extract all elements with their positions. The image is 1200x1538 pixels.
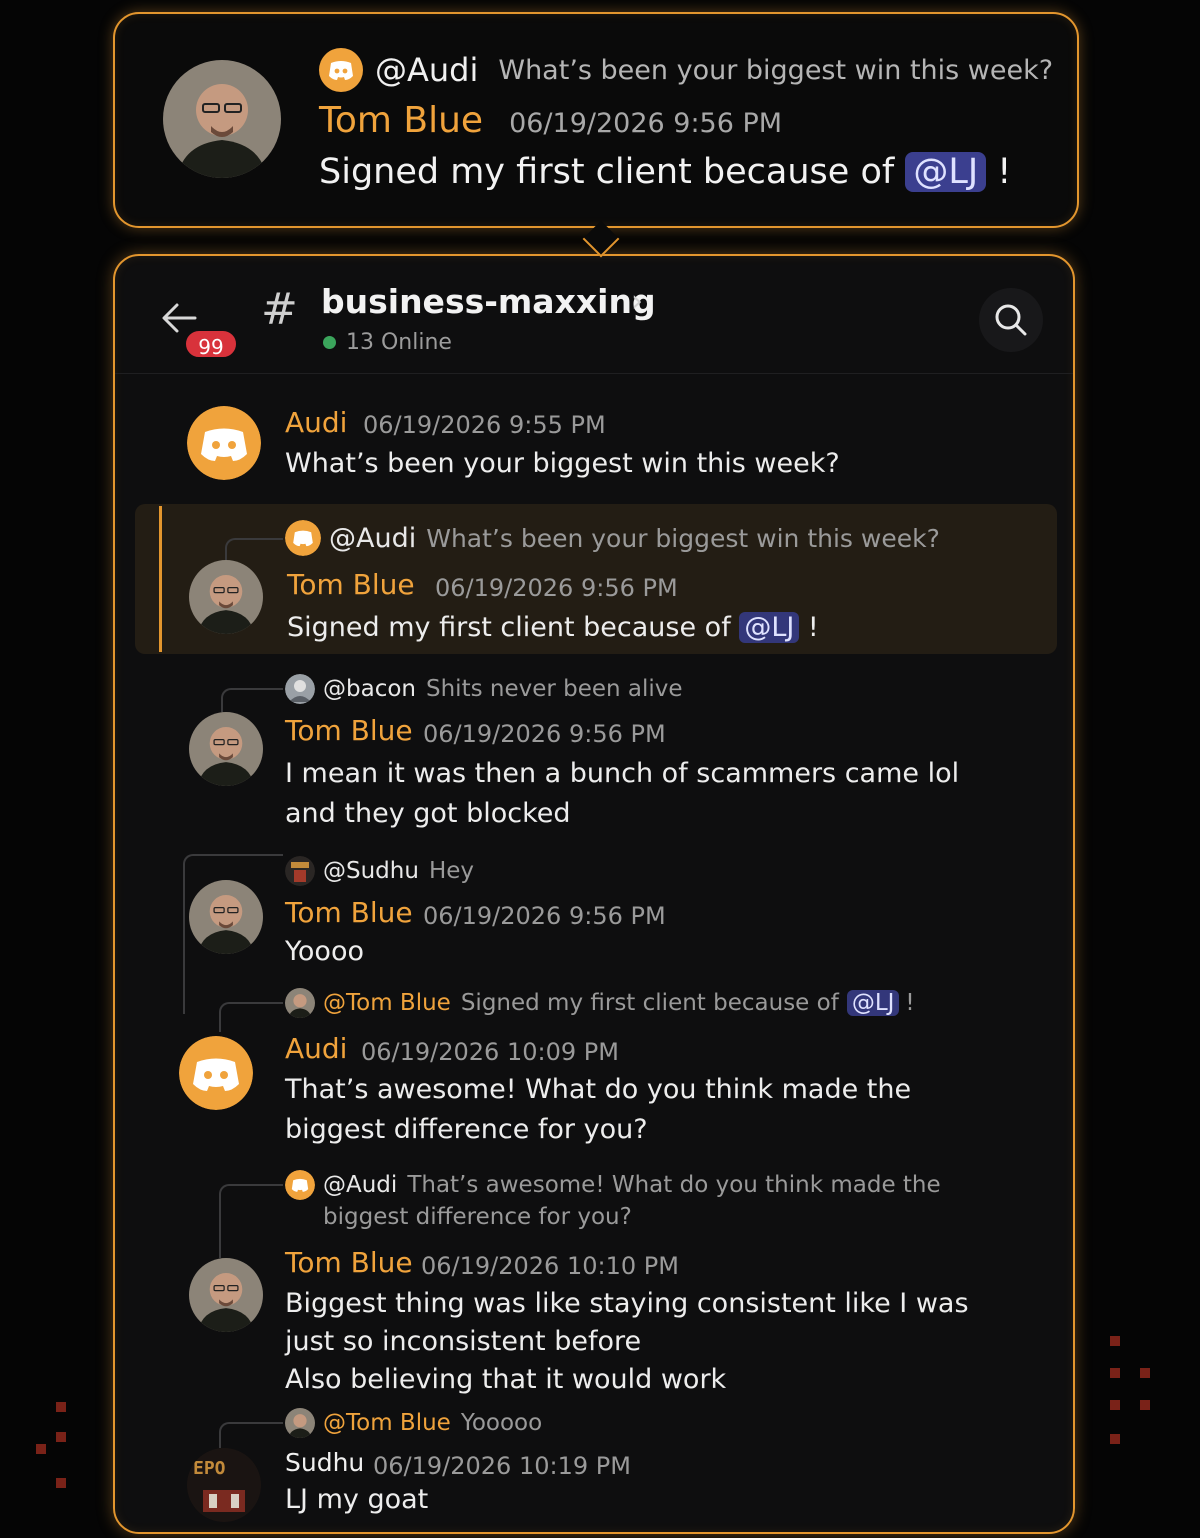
tom-blue-avatar[interactable]: [189, 880, 263, 954]
highlight-bar: [159, 506, 162, 652]
message-timestamp: 06/19/2026 9:56 PM: [423, 720, 666, 748]
reply-preview[interactable]: @Tom Blue Signed my first client because…: [285, 988, 915, 1018]
tom-blue-avatar-mini: [285, 1408, 315, 1438]
reply-text-wrap: biggest difference for you?: [323, 1204, 632, 1230]
hash-icon: #: [261, 284, 298, 335]
message-author[interactable]: Tom Blue: [285, 1246, 413, 1279]
reply-spine: [219, 1184, 283, 1258]
reply-name[interactable]: @Sudhu: [323, 858, 419, 884]
discord-icon: [285, 1170, 315, 1200]
search-icon: [995, 304, 1027, 336]
reply-name[interactable]: @Tom Blue: [323, 990, 451, 1016]
tom-blue-avatar[interactable]: [163, 60, 281, 178]
message-text: LJ my goat: [285, 1484, 429, 1515]
channel-name[interactable]: business-maxxing: [321, 282, 656, 321]
callout-message: Signed my first client because of @LJ !: [319, 152, 1011, 192]
message-author[interactable]: Tom Blue: [285, 896, 413, 929]
reply-preview[interactable]: @Audi That’s awesome! What do you think …: [285, 1170, 941, 1200]
reply-text: Hey: [428, 858, 474, 884]
reply-text: What’s been your biggest win this week?: [426, 523, 940, 553]
reply-text: That’s awesome! What do you think made t…: [407, 1172, 941, 1198]
message-timestamp: 06/19/2026 9:55 PM: [363, 411, 606, 439]
callout-reply-name[interactable]: @Audi: [375, 51, 478, 89]
callout-reply-text: What’s been your biggest win this week?: [498, 54, 1054, 86]
audi-avatar[interactable]: [187, 406, 261, 480]
message-text-body: Signed my first client because of: [287, 612, 731, 643]
message-text-line: That’s awesome! What do you think made t…: [285, 1074, 912, 1105]
message-text-line: and they got blocked: [285, 798, 571, 829]
mention-lj[interactable]: @LJ: [905, 152, 987, 192]
reply-spine: [219, 1422, 283, 1448]
reply-text-suffix: !: [905, 990, 915, 1016]
search-button[interactable]: [979, 288, 1043, 352]
message-timestamp: 06/19/2026 10:09 PM: [361, 1038, 619, 1066]
audi-avatar[interactable]: [179, 1036, 253, 1110]
reply-spine: [221, 688, 283, 712]
callout-reply-preview[interactable]: @Audi What’s been your biggest win this …: [319, 48, 1053, 92]
reply-preview[interactable]: @Tom Blue Yooooo: [285, 1408, 542, 1438]
bacon-avatar: [285, 674, 315, 704]
reply-preview[interactable]: @Sudhu Hey: [285, 856, 474, 886]
message-text-line: biggest difference for you?: [285, 1114, 648, 1145]
reply-text: Signed my first client because of: [460, 990, 839, 1016]
reply-name[interactable]: @bacon: [323, 676, 416, 702]
message-text-line: Biggest thing was like staying consisten…: [285, 1288, 969, 1319]
message-text: Signed my first client because of @LJ !: [287, 608, 819, 647]
message-text: Yoooo: [285, 936, 364, 967]
message-author[interactable]: Audi: [285, 406, 347, 439]
callout-timestamp: 06/19/2026 9:56 PM: [509, 108, 783, 139]
tom-blue-avatar-mini: [285, 988, 315, 1018]
tom-blue-avatar[interactable]: [189, 1258, 263, 1332]
message-timestamp: 06/19/2026 9:56 PM: [423, 902, 666, 930]
message-timestamp: 06/19/2026 10:10 PM: [421, 1252, 679, 1280]
callout-message-text: Signed my first client because of: [319, 152, 895, 192]
reply-preview[interactable]: @bacon Shits never been alive: [285, 674, 683, 704]
reply-preview[interactable]: @Audi What’s been your biggest win this …: [285, 520, 940, 556]
message-text: What’s been your biggest win this week?: [285, 448, 840, 479]
message-author[interactable]: Tom Blue: [287, 568, 415, 601]
reply-text: Yooooo: [460, 1410, 543, 1436]
tom-blue-avatar[interactable]: [189, 712, 263, 786]
callout-message-suffix: !: [997, 152, 1012, 192]
unread-badge: 99: [183, 328, 239, 360]
message-text-line: just so inconsistent before: [285, 1326, 642, 1357]
reply-text: Shits never been alive: [426, 676, 683, 702]
online-count: 13 Online: [346, 330, 452, 355]
reply-name[interactable]: @Tom Blue: [323, 1410, 451, 1436]
message-timestamp: 06/19/2026 10:19 PM: [373, 1452, 631, 1480]
chat-panel: 99 # business-maxxing › 13 Online Audi 0…: [113, 254, 1075, 1534]
online-status: 13 Online: [323, 330, 452, 355]
mention-lj[interactable]: @LJ: [846, 990, 900, 1016]
sudhu-avatar-text: EPO: [193, 1458, 226, 1479]
reply-name[interactable]: @Audi: [323, 1172, 397, 1198]
channel-header: 99 # business-maxxing › 13 Online: [115, 256, 1073, 374]
message-text-line: I mean it was then a bunch of scammers c…: [285, 758, 960, 789]
message-text-line: Also believing that it would work: [285, 1364, 727, 1395]
tom-blue-avatar[interactable]: [189, 560, 263, 634]
sudhu-avatar[interactable]: EPO: [187, 1448, 261, 1522]
online-dot: [323, 336, 336, 349]
message-author[interactable]: Sudhu: [285, 1448, 364, 1477]
reply-spine: [219, 1002, 283, 1032]
mention-lj[interactable]: @LJ: [739, 612, 800, 643]
reply-text-line2: biggest difference for you?: [323, 1204, 632, 1230]
sudhu-avatar-mini: [285, 856, 315, 886]
callout-author[interactable]: Tom Blue: [319, 100, 483, 141]
discord-icon: [285, 520, 321, 556]
highlighted-message-callout: @Audi What’s been your biggest win this …: [113, 12, 1079, 228]
chevron-right-icon[interactable]: ›: [631, 284, 643, 319]
message-author[interactable]: Audi: [285, 1032, 347, 1065]
discord-icon: [319, 48, 363, 92]
reply-name[interactable]: @Audi: [329, 523, 416, 554]
message-timestamp: 06/19/2026 9:56 PM: [435, 574, 678, 602]
message-author[interactable]: Tom Blue: [285, 714, 413, 747]
message-text-suffix: !: [807, 612, 819, 643]
